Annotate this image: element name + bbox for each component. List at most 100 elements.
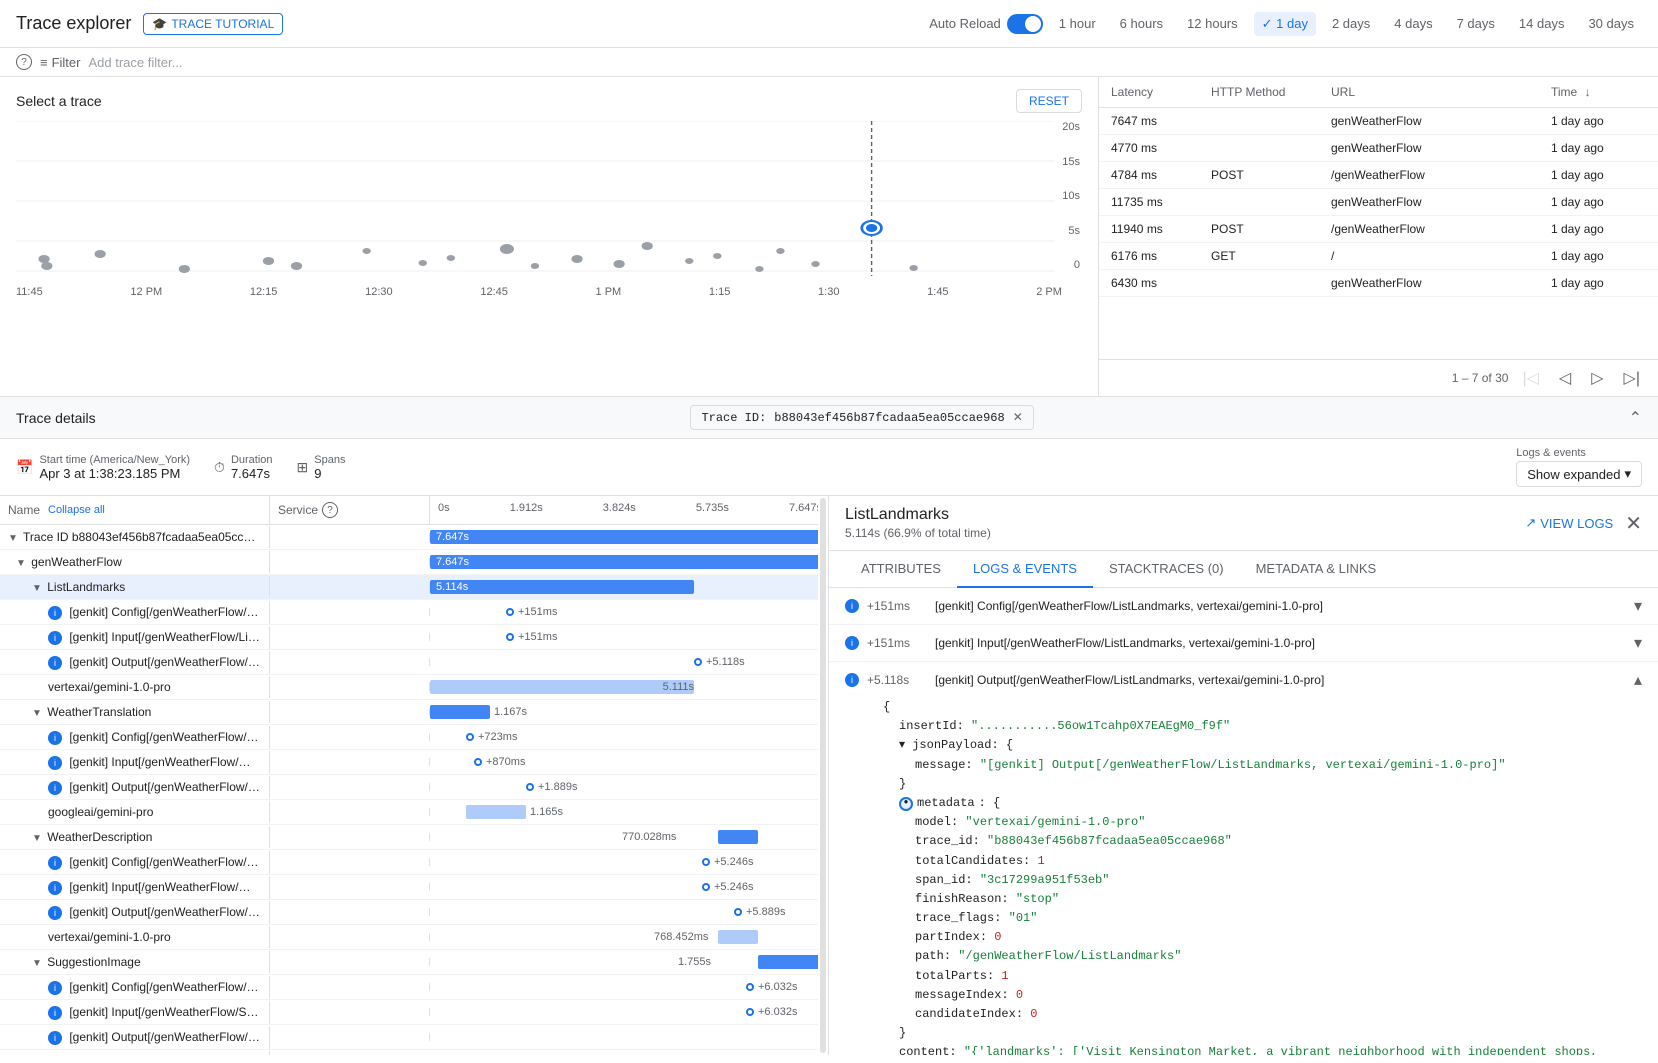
time-btn-30d[interactable]: 30 days [1580,12,1642,35]
y-label-20s: 20s [1062,121,1080,133]
collapse-weatherdescription-button[interactable]: ▼ [32,833,42,844]
log1-marker: +151ms [506,606,557,618]
time-btn-4d[interactable]: 4 days [1386,12,1440,35]
span-row-vertexai-2[interactable]: vertexai/gemini-1.0-pro 768.452ms [0,925,818,950]
span-row-weathertranslation[interactable]: ▼ WeatherTranslation 1.167s [0,700,818,725]
spans-list[interactable]: Name Collapse all Service ? 0s 1.912s 3.… [0,496,818,1055]
table-row[interactable]: 7647 msgenWeatherFlow1 day ago [1099,108,1658,135]
tutorial-link[interactable]: 🎓 TRACE TUTORIAL [143,13,283,35]
span-row-weatherdescription[interactable]: ▼ WeatherDescription 770.028ms [0,825,818,850]
name-header-label: Name [8,503,40,517]
collapse-weathertranslation-button[interactable]: ▼ [32,708,42,719]
span-row-wt-log2[interactable]: i [genkit] Input[/genWeatherFlow/Weather… [0,750,818,775]
log1-dot [506,608,514,616]
x-label-1245: 12:45 [480,286,508,298]
prev-page-button[interactable]: ◁ [1553,366,1577,390]
span-row-si-log2[interactable]: i [genkit] Input[/genWeatherFlow/Suggest… [0,1000,818,1025]
span-row-log3[interactable]: i [genkit] Output[/genWeatherFlow/ListLa… [0,650,818,675]
chart-header: Select a trace RESET [16,89,1082,113]
collapse-genweatherflow-button[interactable]: ▼ [16,558,26,569]
tab-stacktraces[interactable]: STACKTRACES (0) [1093,551,1240,588]
log3-marker: +5.118s [694,656,745,668]
table-row[interactable]: 6430 msgenWeatherFlow1 day ago [1099,270,1658,297]
x-label-1145: 11:45 [16,286,43,298]
expand-jsonpayload[interactable]: ▾ [899,738,905,752]
span-row-wt-log1[interactable]: i [genkit] Config[/genWeatherFlow/Weathe… [0,725,818,750]
span-row-genweatherflow[interactable]: ▼ genWeatherFlow 7.647s [0,550,818,575]
collapse-panel-button[interactable]: ⌃ [1629,408,1642,428]
info-icon-wt-log3: i [48,781,62,795]
logs-events-dropdown[interactable]: Show expanded ▾ [1516,461,1642,487]
table-row[interactable]: 6176 msGET/1 day ago [1099,243,1658,270]
span-name-log3: i [genkit] Output[/genWeatherFlow/ListLa… [0,651,270,674]
view-logs-link[interactable]: ↗ VIEW LOGS [1525,515,1613,531]
collapse-suggestionimage-button[interactable]: ▼ [32,958,42,969]
span-bar-trace [430,530,818,544]
graduation-icon: 🎓 [152,17,167,31]
x-label-1215: 12:15 [250,286,278,298]
service-help-icon[interactable]: ? [322,502,338,518]
detail-tabs: ATTRIBUTES LOGS & EVENTS STACKTRACES (0)… [829,551,1658,588]
close-detail-button[interactable]: ✕ [1625,511,1642,536]
span-row-si-log3[interactable]: i [genkit] Output[/genWeatherFlow/Sugges… [0,1025,818,1050]
chart-container[interactable]: 20s 15s 10s 5s 0 [16,121,1082,281]
table-row[interactable]: 11940 msPOST/genWeatherFlow1 day ago [1099,216,1658,243]
time-btn-1h[interactable]: 1 hour [1051,12,1104,35]
time-btn-2d[interactable]: 2 days [1324,12,1378,35]
next-page-button[interactable]: ▷ [1585,366,1609,390]
span-row-trace[interactable]: ▼ Trace ID b88043ef456b87fcadaa5ea05ccae… [0,525,818,550]
collapse-listlandmarks-button[interactable]: ▼ [32,583,42,594]
table-row[interactable]: 4770 msgenWeatherFlow1 day ago [1099,135,1658,162]
scrollbar[interactable] [820,498,826,1053]
expand-log-3-button[interactable]: ▴ [1634,670,1642,690]
help-icon[interactable]: ? [16,54,32,70]
metadata-expand-icon[interactable]: ● [899,797,913,811]
table-row[interactable]: 4784 msPOST/genWeatherFlow1 day ago [1099,162,1658,189]
expand-log-2-button[interactable]: ▾ [1634,633,1642,653]
span-row-googleai-gemini-pro-2[interactable]: googleai/gemini-pro 1.753s [0,1050,818,1055]
span-row-listlandmarks[interactable]: ▼ ListLandmarks 5.114s [0,575,818,600]
span-row-log2[interactable]: i [genkit] Input[/genWeatherFlow/ListLan… [0,625,818,650]
filter-icon: ≡ [40,55,48,70]
tab-metadata[interactable]: METADATA & LINKS [1240,551,1393,588]
time-btn-1d[interactable]: 1 day [1254,12,1316,36]
log-entry-3: i +5.118s [genkit] Output[/genWeatherFlo… [829,662,1658,1055]
span-row-wd-log2[interactable]: i [genkit] Input[/genWeatherFlow/Weather… [0,875,818,900]
first-page-button[interactable]: |◁ [1516,366,1544,390]
time-btn-12h[interactable]: 12 hours [1179,12,1246,35]
clear-trace-id-button[interactable]: ✕ [1013,410,1023,425]
duration-value: 7.647s [231,466,273,481]
auto-reload-toggle[interactable] [1007,14,1043,34]
json-open-brace: { [883,700,890,714]
duration-item: ⏱ Duration 7.647s [214,454,273,481]
collapse-trace-button[interactable]: ▼ [8,533,18,544]
logs-events-label: Logs & events [1516,447,1642,459]
last-page-button[interactable]: ▷| [1618,366,1646,390]
table-row[interactable]: 11735 msgenWeatherFlow1 day ago [1099,189,1658,216]
span-row-wd-log3[interactable]: i [genkit] Output[/genWeatherFlow/Weathe… [0,900,818,925]
span-row-wt-log3[interactable]: i [genkit] Output[/genWeatherFlow/Weathe… [0,775,818,800]
span-row-suggestionimage[interactable]: ▼ SuggestionImage 1.755s [0,950,818,975]
start-time-item: 📅 Start time (America/New_York) Apr 3 at… [16,454,190,481]
span-row-wd-log1[interactable]: i [genkit] Config[/genWeatherFlow/Weathe… [0,850,818,875]
log2-marker: +151ms [506,631,557,643]
tab-attributes[interactable]: ATTRIBUTES [845,551,957,588]
collapse-all-button[interactable]: Collapse all [48,504,105,516]
span-service-listlandmarks [270,583,430,591]
filter-input[interactable]: Add trace filter... [88,55,182,70]
filter-button[interactable]: ≡ Filter [40,55,80,70]
spans-icon: ⊞ [297,459,309,476]
span-row-si-log1[interactable]: i [genkit] Config[/genWeatherFlow/Sugges… [0,975,818,1000]
tab-logs-events[interactable]: LOGS & EVENTS [957,551,1093,588]
span-row-log1[interactable]: i [genkit] Config[/genWeatherFlow/ListLa… [0,600,818,625]
span-row-vertexai[interactable]: vertexai/gemini-1.0-pro 5.111s [0,675,818,700]
scatter-chart[interactable] [16,121,1082,281]
span-name-log2: i [genkit] Input[/genWeatherFlow/ListLan… [0,626,270,649]
expand-log-1-button[interactable]: ▾ [1634,596,1642,616]
y-labels: 20s 15s 10s 5s 0 [1062,121,1082,271]
time-btn-6h[interactable]: 6 hours [1112,12,1171,35]
time-btn-7d[interactable]: 7 days [1449,12,1503,35]
time-btn-14d[interactable]: 14 days [1511,12,1573,35]
span-row-googleai-gemini-pro-1[interactable]: googleai/gemini-pro 1.165s [0,800,818,825]
reset-button[interactable]: RESET [1016,89,1082,113]
